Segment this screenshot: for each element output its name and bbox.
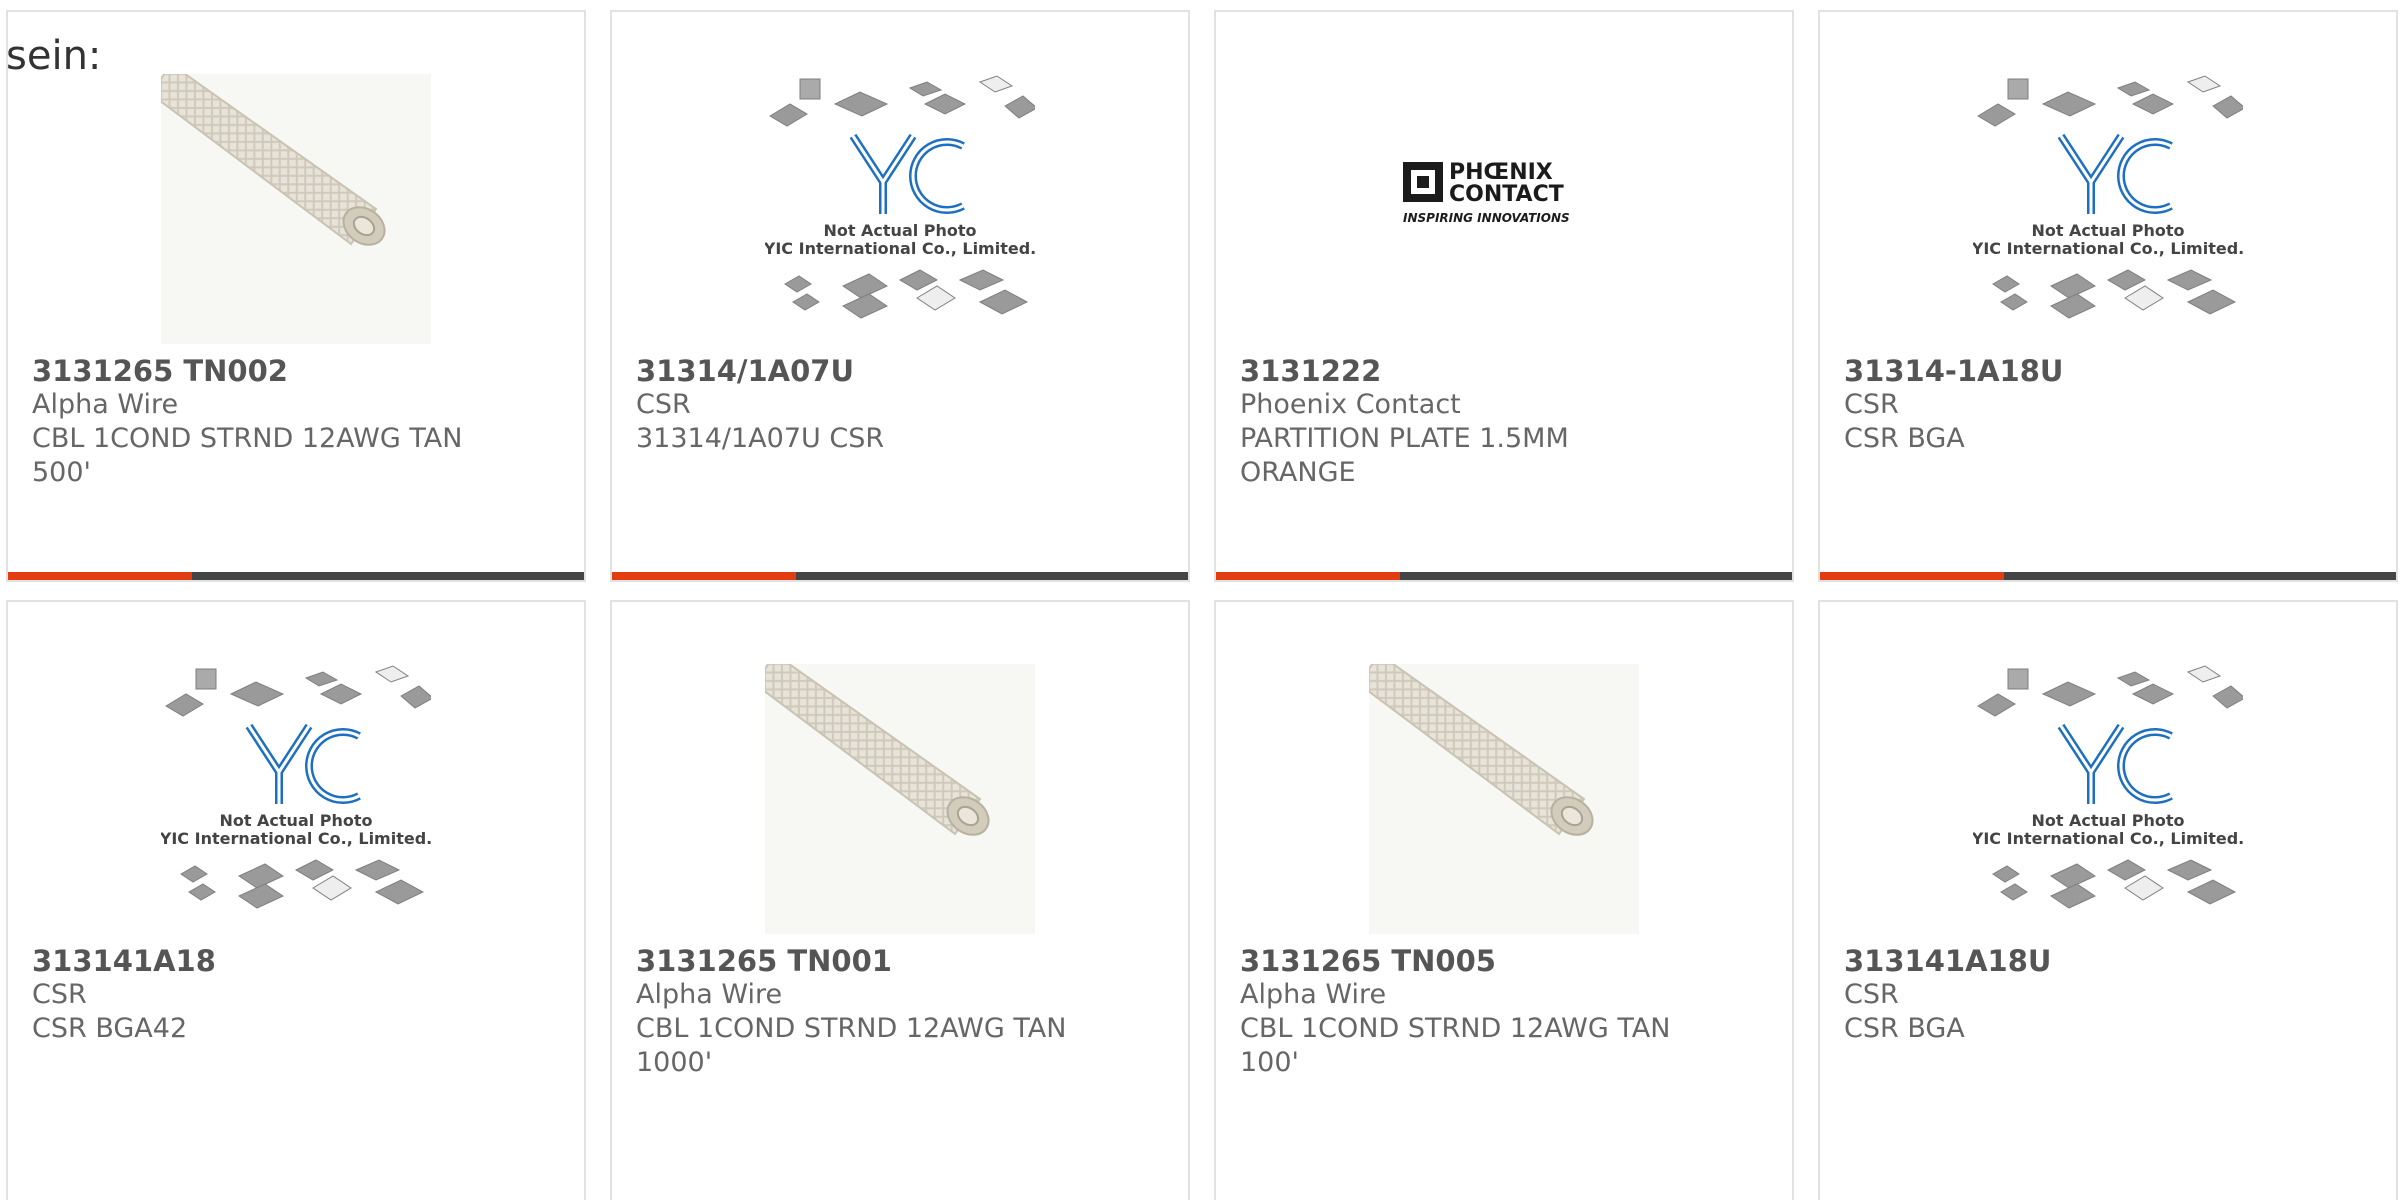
cable-image-icon (765, 664, 1035, 934)
product-image[interactable]: Not Actual Photo YIC International Co., … (161, 664, 431, 934)
part-number[interactable]: 313141A18U (1844, 944, 2372, 978)
yic-note-line2: YIC International Co., Limited. (1973, 829, 2243, 848)
product-image[interactable]: Not Actual Photo YIC International Co., … (765, 74, 1035, 344)
phoenix-contact-logo-icon: PHŒNIX CONTACT INSPIRING INNOVATIONS (1403, 160, 1570, 225)
progress-fill (8, 572, 193, 580)
yic-note-line1: Not Actual Photo (2031, 811, 2184, 830)
description: CBL 1COND STRND 12AWG TAN 100' (1240, 1013, 1671, 1078)
product-image[interactable]: PHŒNIX CONTACT INSPIRING INNOVATIONS (1369, 74, 1639, 344)
yic-placeholder-icon: Not Actual Photo YIC International Co., … (765, 75, 1035, 319)
progress-bar (1216, 572, 1792, 580)
manufacturer: Alpha Wire (32, 389, 179, 420)
product-grid: 3131265 TN002 Alpha Wire CBL 1COND STRND… (0, 0, 2400, 1200)
yic-note-line2: YIC International Co., Limited. (765, 239, 1035, 258)
product-card[interactable]: Not Actual Photo YIC International Co., … (1818, 600, 2398, 1200)
yic-placeholder-icon: Not Actual Photo YIC International Co., … (1973, 75, 2243, 319)
progress-bar (8, 572, 584, 580)
yic-note-line1: Not Actual Photo (219, 811, 372, 830)
progress-fill (1820, 572, 2005, 580)
description: CSR BGA42 (32, 1013, 188, 1044)
product-card[interactable]: 3131265 TN005 Alpha Wire CBL 1COND STRND… (1214, 600, 1794, 1200)
yic-placeholder-icon: Not Actual Photo YIC International Co., … (161, 665, 431, 909)
product-card[interactable]: PHŒNIX CONTACT INSPIRING INNOVATIONS 313… (1214, 10, 1794, 582)
cable-image-icon (161, 74, 431, 344)
progress-fill (1216, 572, 1401, 580)
product-image[interactable] (1369, 664, 1639, 934)
product-image[interactable] (161, 74, 431, 344)
manufacturer: Phoenix Contact (1240, 389, 1461, 420)
description: 31314/1A07U CSR (636, 423, 885, 454)
part-number[interactable]: 3131265 TN002 (32, 354, 560, 388)
product-image[interactable]: Not Actual Photo YIC International Co., … (1973, 664, 2243, 934)
manufacturer: CSR (1844, 389, 1899, 420)
product-card[interactable]: Not Actual Photo YIC International Co., … (610, 10, 1190, 582)
lead-text: sein: (6, 33, 102, 79)
product-image[interactable] (765, 664, 1035, 934)
manufacturer: CSR (636, 389, 691, 420)
description: CBL 1COND STRND 12AWG TAN 1000' (636, 1013, 1067, 1078)
manufacturer: CSR (1844, 979, 1899, 1010)
yic-note-line2: YIC International Co., Limited. (1973, 239, 2243, 258)
part-number[interactable]: 3131222 (1240, 354, 1768, 388)
yic-note-line2: YIC International Co., Limited. (161, 829, 431, 848)
progress-bar (612, 572, 1188, 580)
yic-placeholder-icon: Not Actual Photo YIC International Co., … (1973, 665, 2243, 909)
yic-note-line1: Not Actual Photo (2031, 221, 2184, 240)
part-number[interactable]: 3131265 TN005 (1240, 944, 1768, 978)
description: CSR BGA (1844, 423, 1965, 454)
product-card[interactable]: Not Actual Photo YIC International Co., … (6, 600, 586, 1200)
progress-bar (1820, 572, 2396, 580)
part-number[interactable]: 3131265 TN001 (636, 944, 1164, 978)
part-number[interactable]: 31314/1A07U (636, 354, 1164, 388)
progress-fill (612, 572, 797, 580)
product-card[interactable]: 3131265 TN002 Alpha Wire CBL 1COND STRND… (6, 10, 586, 582)
yic-note-line1: Not Actual Photo (823, 221, 976, 240)
manufacturer: Alpha Wire (1240, 979, 1387, 1010)
description: CBL 1COND STRND 12AWG TAN 500' (32, 423, 463, 488)
product-image[interactable]: Not Actual Photo YIC International Co., … (1973, 74, 2243, 344)
manufacturer: Alpha Wire (636, 979, 783, 1010)
product-card[interactable]: 3131265 TN001 Alpha Wire CBL 1COND STRND… (610, 600, 1190, 1200)
part-number[interactable]: 31314-1A18U (1844, 354, 2372, 388)
product-card[interactable]: Not Actual Photo YIC International Co., … (1818, 10, 2398, 582)
phoenix-tagline: INSPIRING INNOVATIONS (1403, 211, 1570, 225)
manufacturer: CSR (32, 979, 87, 1010)
part-number[interactable]: 313141A18 (32, 944, 560, 978)
phoenix-logo-line2: CONTACT (1449, 182, 1564, 207)
cable-image-icon (1369, 664, 1639, 934)
description: PARTITION PLATE 1.5MM ORANGE (1240, 423, 1569, 488)
description: CSR BGA (1844, 1013, 1965, 1044)
